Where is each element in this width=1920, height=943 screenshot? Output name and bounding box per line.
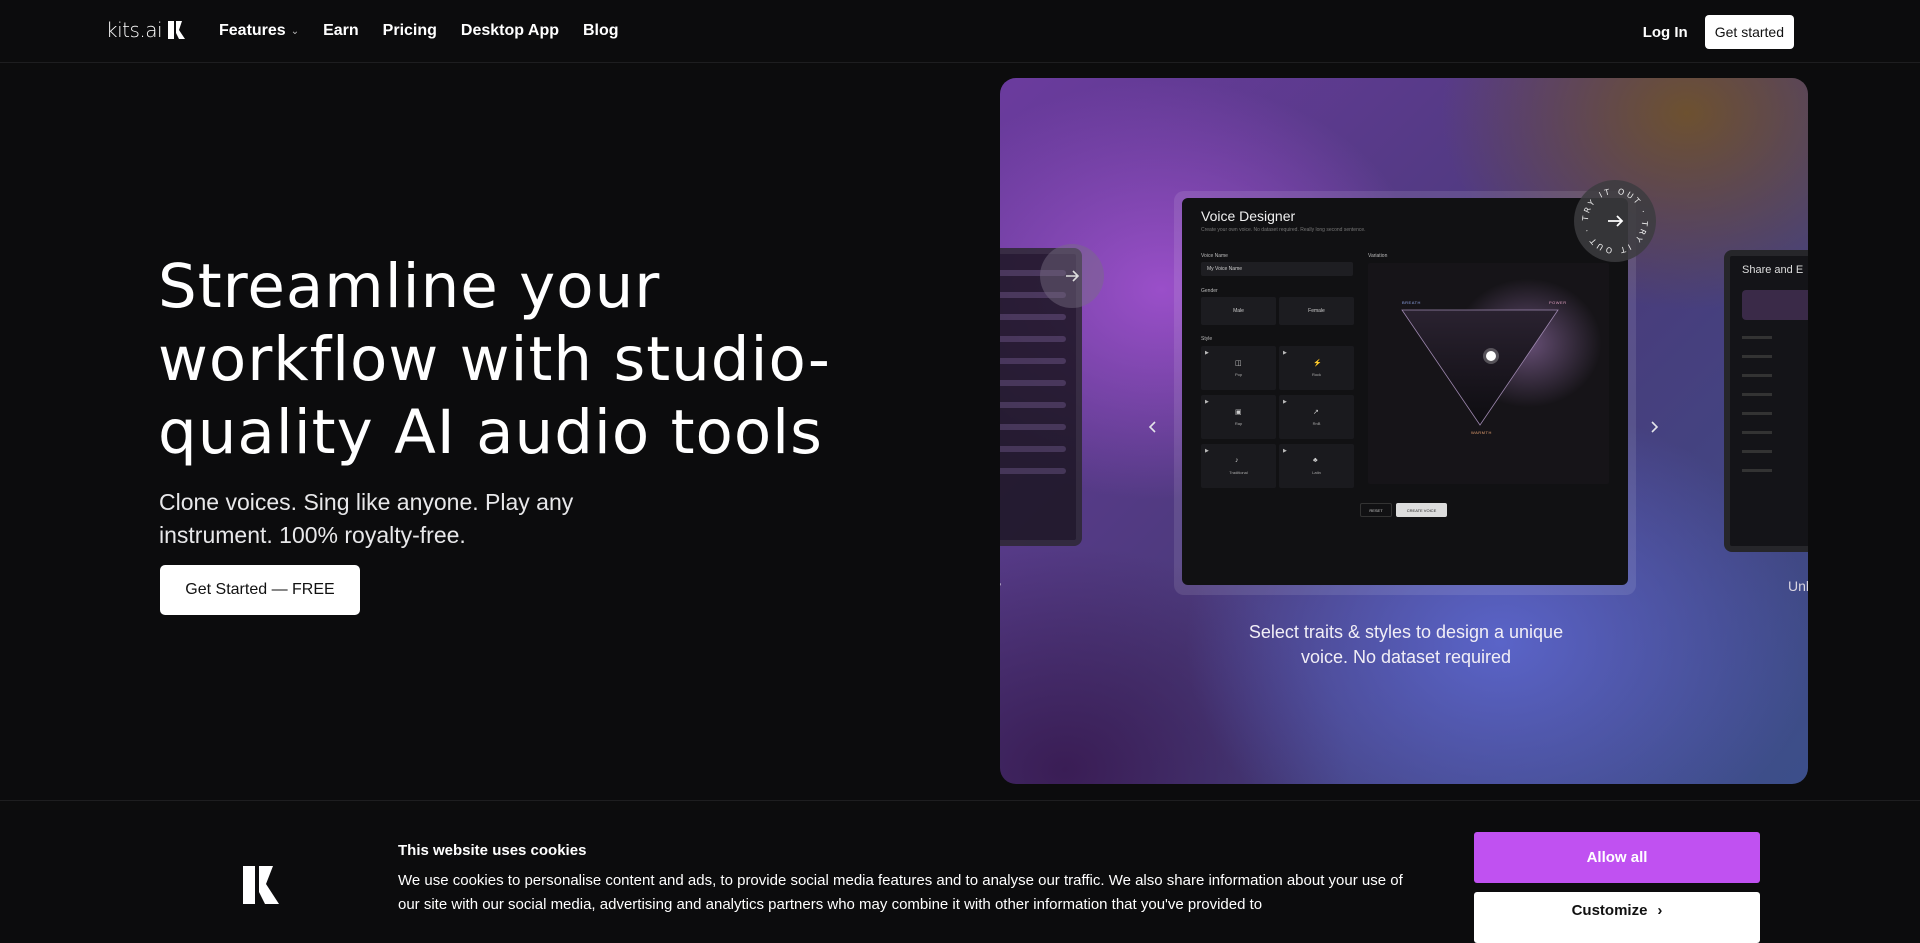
variation-handle[interactable] <box>1482 347 1500 365</box>
carousel-caption: Select traits & styles to design a uniqu… <box>1248 622 1564 667</box>
login-link[interactable]: Log In <box>1643 24 1688 41</box>
get-started-button[interactable]: Get started <box>1704 15 1794 49</box>
voice-designer-card[interactable]: Voice Designer Create your own voice. No… <box>1182 198 1628 585</box>
gender-female-button[interactable]: Female <box>1279 297 1354 325</box>
kits-logo-mark-icon <box>243 866 279 904</box>
reset-button[interactable]: RESET <box>1360 503 1392 517</box>
carousel-card-next[interactable]: Share and E <box>1724 250 1808 552</box>
play-icon: ▶ <box>1283 350 1287 356</box>
power-label: POWER <box>1549 300 1567 305</box>
warmth-label: WARMTH <box>1471 430 1492 435</box>
style-rap[interactable]: ▶ ▣ Rap <box>1201 395 1276 439</box>
chevron-right-icon: › <box>1657 902 1663 919</box>
style-rock-label: Rock <box>1311 372 1322 377</box>
style-traditional-label: Traditional <box>1229 470 1248 475</box>
cookie-description: We use cookies to personalise content an… <box>398 872 1403 913</box>
chevron-left-icon <box>1148 421 1156 433</box>
play-icon: ▶ <box>1205 399 1209 405</box>
customize-button[interactable]: Customize › <box>1474 892 1760 943</box>
chevron-down-icon: ⌄ <box>290 25 300 37</box>
get-started-free-button[interactable]: Get Started — FREE <box>160 565 360 615</box>
try-it-out-ring: TRY IT OUT · TRY IT OUT · <box>1581 187 1647 255</box>
voice-designer-title: Voice Designer <box>1201 208 1296 224</box>
feature-carousel: y Share and E Unl Voice Designer Create … <box>1000 78 1808 784</box>
nav-link-blog[interactable]: Blog <box>583 22 619 40</box>
style-rnb[interactable]: ▶ ↗ RnB <box>1279 395 1354 439</box>
maracas-icon: ♣ <box>1313 457 1318 464</box>
nav-link-features[interactable]: Features ⌄ <box>219 22 299 40</box>
voice-name-label: Voice Name <box>1201 253 1228 259</box>
logo-mark-icon <box>168 21 186 39</box>
equalizer-icon: ◫ <box>1235 360 1242 367</box>
instrument-icon: ♪ <box>1235 457 1239 464</box>
carousel-card-previous-label: y <box>1000 578 1001 594</box>
logo-text: kits.ai <box>106 18 163 42</box>
style-rap-label: Rap <box>1234 421 1243 426</box>
try-it-out-badge-small[interactable] <box>1040 244 1104 308</box>
top-navbar: kits.ai Features ⌄ Earn Pricing Desktop … <box>0 0 1920 63</box>
arrow-right-icon <box>1066 270 1080 282</box>
nav-link-features-label: Features <box>219 22 286 39</box>
style-label: Style <box>1201 336 1213 342</box>
play-icon: ▶ <box>1205 350 1209 356</box>
style-latin-label: Latin <box>1312 470 1321 475</box>
microphone-icon: ↗ <box>1313 409 1319 416</box>
carousel-prev-button[interactable] <box>1141 415 1165 439</box>
breath-label: BREATH <box>1402 300 1421 305</box>
style-pop[interactable]: ▶ ◫ Pop <box>1201 346 1276 390</box>
nav-links: Features ⌄ Earn Pricing Desktop App Blog <box>219 22 619 40</box>
nav-link-desktop-app[interactable]: Desktop App <box>461 22 559 40</box>
arrow-right-icon <box>1608 215 1624 227</box>
try-it-out-badge[interactable]: TRY IT OUT · TRY IT OUT · <box>1574 180 1656 262</box>
style-pop-label: Pop <box>1234 372 1243 377</box>
style-latin[interactable]: ▶ ♣ Latin <box>1279 444 1354 488</box>
style-traditional[interactable]: ▶ ♪ Traditional <box>1201 444 1276 488</box>
lightning-icon: ⚡ <box>1313 360 1322 367</box>
nav-actions: Log In Get started <box>1643 15 1794 49</box>
variation-triangle-pad[interactable]: BREATH POWER WARMTH <box>1368 263 1609 484</box>
nav-link-earn[interactable]: Earn <box>323 22 359 40</box>
chevron-right-icon <box>1651 421 1659 433</box>
carousel-card-next-title: Share and E <box>1742 264 1804 276</box>
allow-all-button[interactable]: Allow all <box>1474 832 1760 883</box>
carousel-card-next-label: Unl <box>1788 578 1808 594</box>
triangle-shape <box>1401 309 1559 426</box>
nav-link-pricing[interactable]: Pricing <box>383 22 437 40</box>
section-divider <box>0 800 1920 801</box>
voice-designer-subtitle: Create your own voice. No dataset requir… <box>1201 227 1366 233</box>
cookie-banner: This website uses cookies We use cookies… <box>0 806 1920 943</box>
create-voice-button[interactable]: CREATE VOICE <box>1396 503 1447 517</box>
boombox-icon: ▣ <box>1235 409 1242 416</box>
customize-label: Customize <box>1571 902 1648 919</box>
play-icon: ▶ <box>1283 448 1287 454</box>
cookie-title: This website uses cookies <box>398 842 587 859</box>
carousel-next-button[interactable] <box>1642 415 1666 439</box>
voice-name-field[interactable]: My Voice Name <box>1201 262 1353 276</box>
gender-label: Gender <box>1201 288 1218 294</box>
play-icon: ▶ <box>1205 448 1209 454</box>
kits-logo[interactable]: kits.ai <box>106 18 186 42</box>
hero-headline: Streamline your workflow with studio-qua… <box>158 251 831 468</box>
style-rock[interactable]: ▶ ⚡ Rock <box>1279 346 1354 390</box>
style-rnb-label: RnB <box>1312 421 1321 426</box>
hero-subtext: Clone voices. Sing like anyone. Play any… <box>159 489 574 548</box>
variation-label: Variation <box>1368 253 1388 259</box>
gender-male-button[interactable]: Male <box>1201 297 1276 325</box>
play-icon: ▶ <box>1283 399 1287 405</box>
